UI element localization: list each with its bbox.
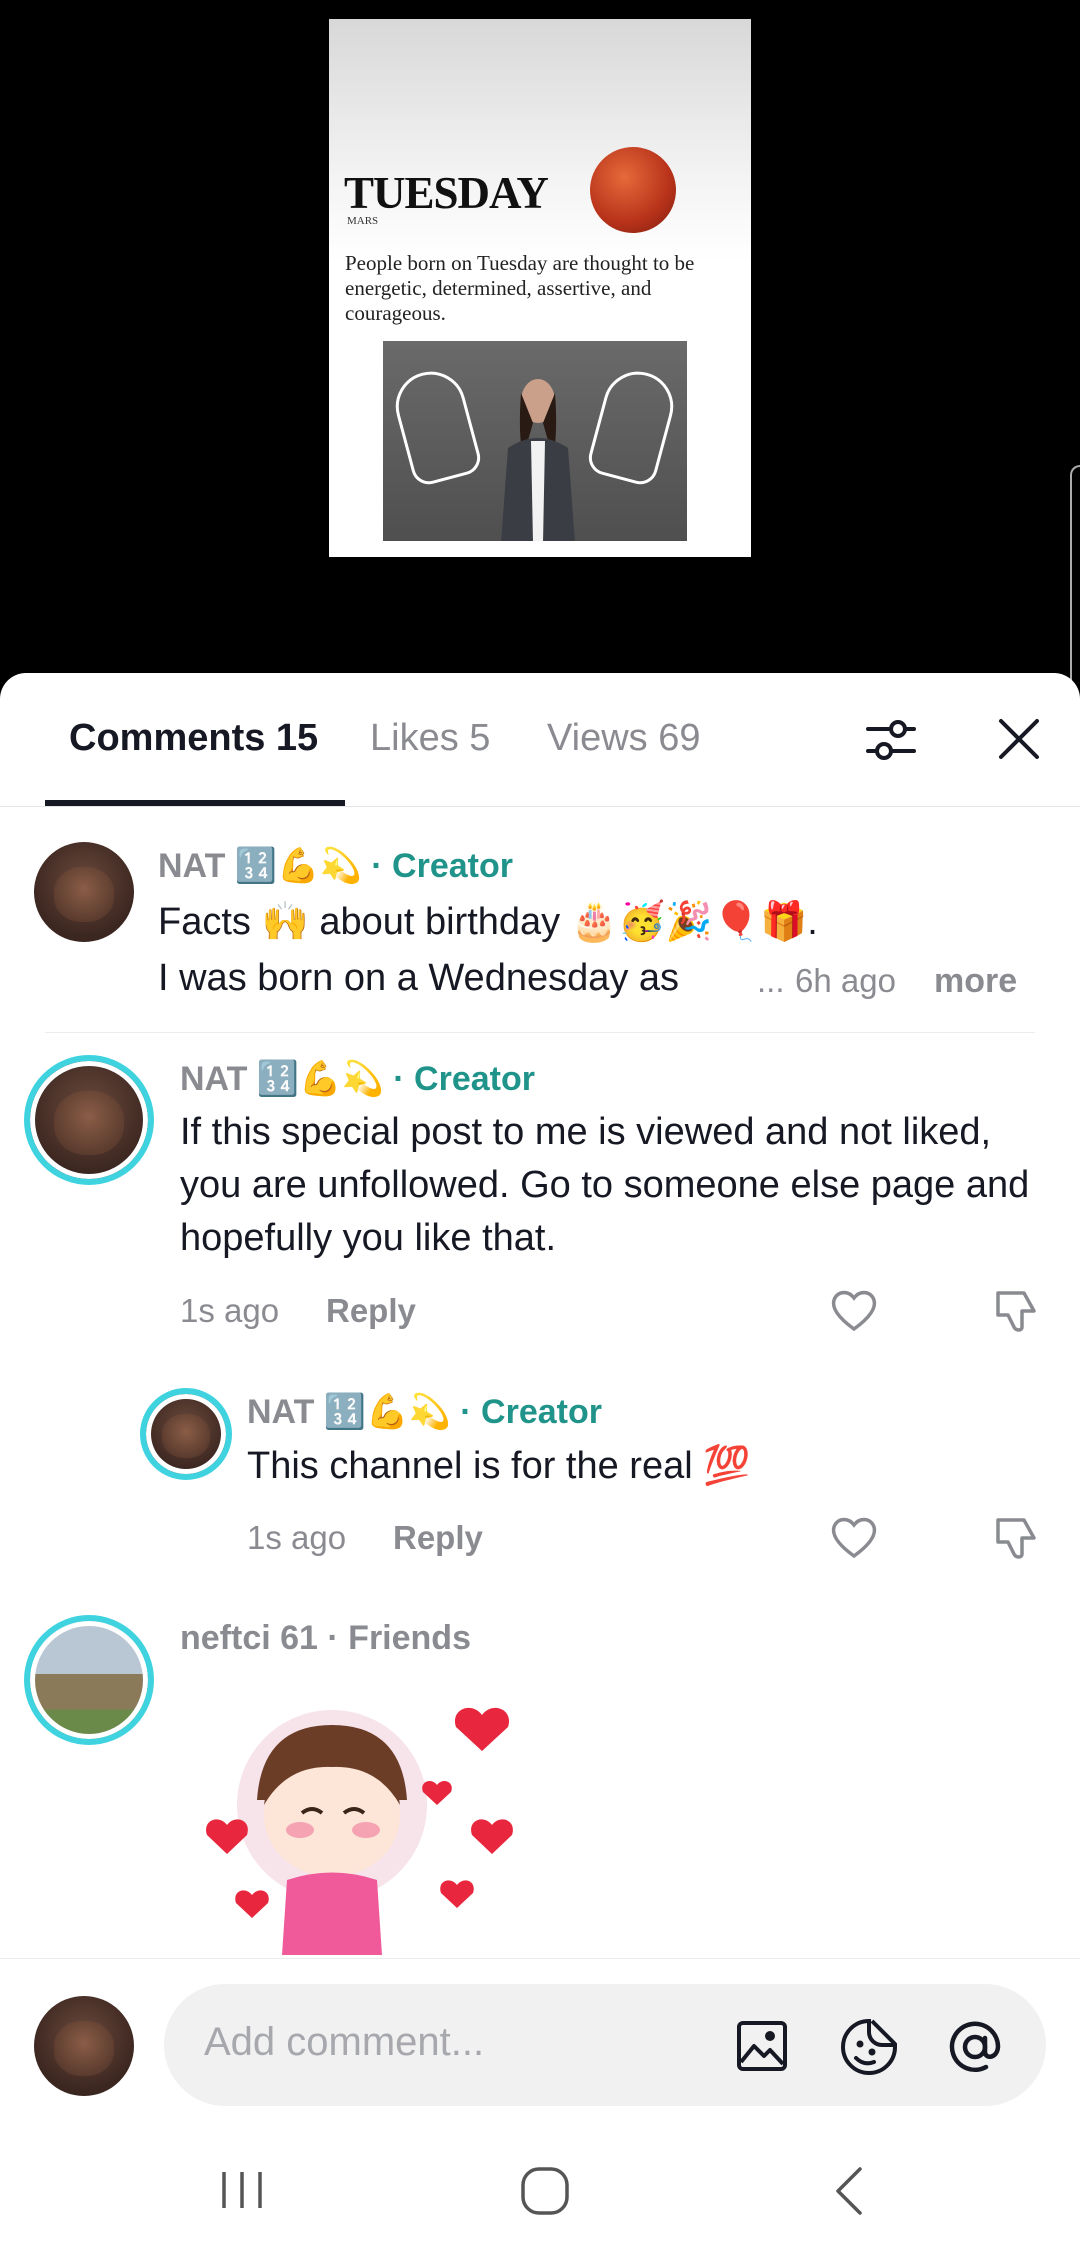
mars-planet-image xyxy=(590,147,676,233)
comment-time: 6h ago xyxy=(795,962,896,999)
comment-text-line1: Facts 🙌 about birthday 🎂🥳🎉🎈🎁. xyxy=(158,901,818,943)
woman-photo xyxy=(501,379,575,541)
comment-text-line2: I was born on a Wednesday as xyxy=(158,957,680,999)
post-image: TUESDAY MARS People born on Tuesday are … xyxy=(329,19,751,557)
avatar[interactable] xyxy=(140,1388,232,1480)
system-nav-bar xyxy=(0,2108,1080,2264)
flex-arm-left-drawing xyxy=(387,363,485,489)
dislike-icon[interactable] xyxy=(990,1285,1042,1337)
emoji-icon[interactable] xyxy=(838,2016,900,2078)
avatar[interactable] xyxy=(34,842,134,942)
username[interactable]: NAT 🔢💪💫 xyxy=(247,1393,451,1431)
post-photo xyxy=(383,341,687,541)
post-title: TUESDAY xyxy=(344,168,549,218)
comment-time: 1s ago xyxy=(247,1519,347,1556)
comment-placeholder: Add comment... xyxy=(204,2020,485,2064)
reply-button[interactable]: Reply xyxy=(326,1292,416,1330)
heart-icon[interactable] xyxy=(828,1512,880,1564)
comment-input[interactable]: Add comment... xyxy=(164,1984,1046,2106)
username[interactable]: NAT 🔢💪💫 xyxy=(158,847,362,885)
comment-text: This channel is for the real 💯 xyxy=(247,1445,751,1487)
ellipsis: ... xyxy=(757,962,785,999)
comment-composer: Add comment... xyxy=(0,1958,1080,2108)
creator-label: · Creator xyxy=(393,1060,535,1098)
comment-meta: neftci 61 · Friends xyxy=(180,1619,471,1658)
friends-label: · Friends xyxy=(327,1619,471,1657)
comment-text: If this special post to me is viewed and… xyxy=(180,1111,1030,1259)
video-area[interactable]: TUESDAY MARS People born on Tuesday are … xyxy=(0,0,1080,700)
tab-comments[interactable]: Comments 15 xyxy=(69,717,318,760)
reply-button[interactable]: Reply xyxy=(393,1519,483,1557)
tab-bar: Comments 15 Likes 5 Views 69 xyxy=(0,673,1080,807)
sticker-image[interactable] xyxy=(202,1695,520,1955)
my-avatar xyxy=(34,1996,134,2096)
username[interactable]: NAT 🔢💪💫 xyxy=(180,1060,384,1098)
home-icon[interactable] xyxy=(519,2165,571,2217)
close-icon[interactable] xyxy=(993,713,1045,765)
avatar[interactable] xyxy=(24,1055,154,1185)
comment-meta: NAT 🔢💪💫 · Creator xyxy=(247,1392,602,1432)
image-icon[interactable] xyxy=(734,2018,790,2074)
post-text: People born on Tuesday are thought to be… xyxy=(345,251,695,325)
dislike-icon[interactable] xyxy=(990,1512,1042,1564)
flex-arm-right-drawing xyxy=(584,363,682,489)
comment-time: 1s ago xyxy=(180,1292,280,1329)
filter-icon[interactable] xyxy=(862,711,920,769)
mention-icon[interactable] xyxy=(944,2016,1006,2078)
back-icon[interactable] xyxy=(830,2165,870,2217)
creator-label: · Creator xyxy=(371,847,513,885)
tab-views[interactable]: Views 69 xyxy=(547,717,701,760)
divider xyxy=(45,1032,1035,1033)
username[interactable]: neftci 61 xyxy=(180,1619,318,1657)
recents-icon[interactable] xyxy=(218,2168,268,2212)
comment-meta: NAT 🔢💪💫 · Creator xyxy=(158,846,513,886)
creator-label: · Creator xyxy=(460,1393,602,1431)
post-subtitle: MARS xyxy=(347,215,379,227)
more-button[interactable]: more xyxy=(934,962,1017,1001)
tab-likes[interactable]: Likes 5 xyxy=(370,717,490,760)
avatar[interactable] xyxy=(24,1615,154,1745)
heart-icon[interactable] xyxy=(828,1285,880,1337)
active-tab-indicator xyxy=(45,800,345,806)
comment-meta: NAT 🔢💪💫 · Creator xyxy=(180,1059,535,1099)
